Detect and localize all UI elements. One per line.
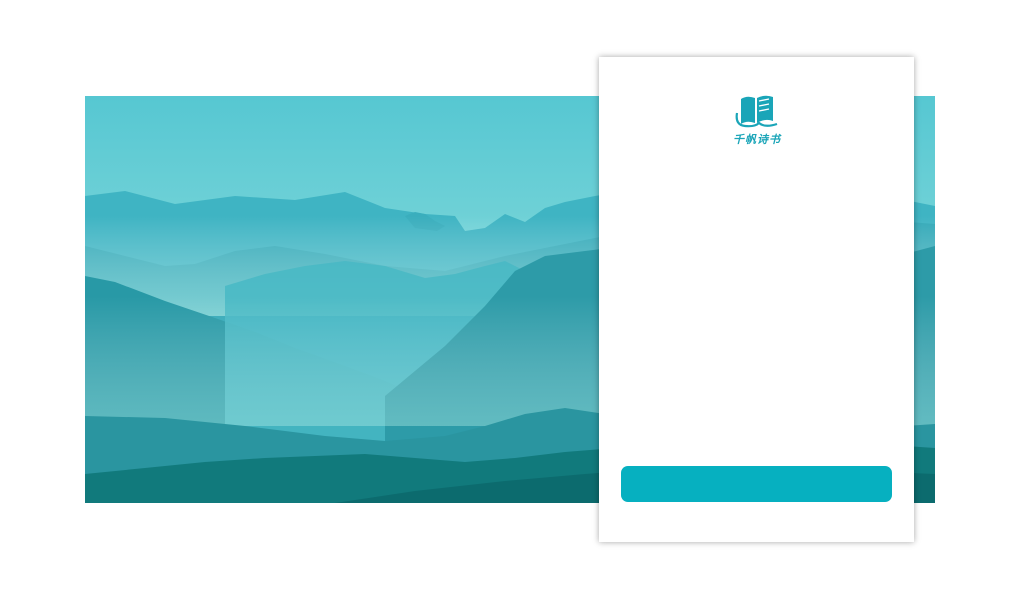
login-panel: 千帆诗书 (599, 57, 914, 542)
brand-name: 千帆诗书 (733, 133, 781, 146)
login-form-area (621, 167, 892, 457)
login-page: 千帆诗书 (0, 0, 1024, 600)
login-button[interactable] (621, 466, 892, 502)
brand-logo: 千帆诗书 (729, 93, 785, 151)
open-book-icon (735, 95, 778, 128)
